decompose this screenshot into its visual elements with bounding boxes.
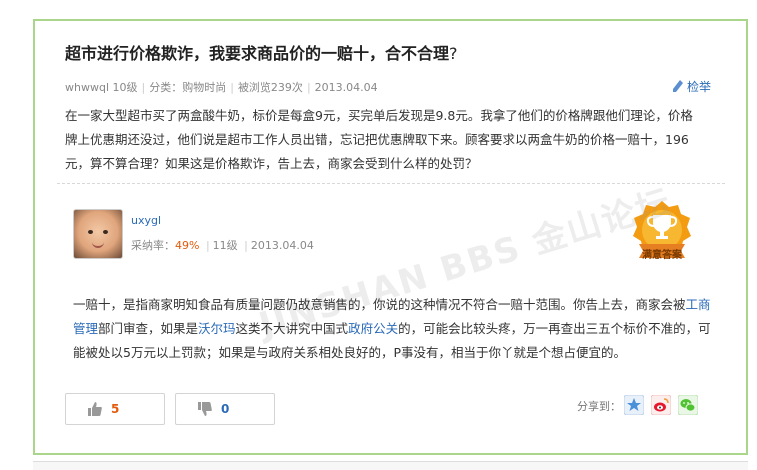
downvote-button[interactable]: 0	[175, 393, 275, 425]
report-label: 检举	[687, 80, 712, 94]
thumbs-down-icon	[198, 402, 212, 416]
link-walmart[interactable]: 沃尔玛	[198, 321, 236, 336]
avatar[interactable]	[73, 209, 123, 259]
question-title: 超市进行价格欺诈，我要求商品价的一赔十，合不合理?	[65, 44, 458, 63]
qzone-icon[interactable]	[624, 395, 644, 415]
view-count: 被浏览239次	[237, 81, 303, 94]
answer-meta: 采纳率：49% | 11级 | 2013.04.04	[131, 239, 314, 252]
author-name[interactable]: whwwql	[65, 81, 109, 94]
weibo-icon[interactable]	[651, 395, 671, 415]
badge-label: 满意答案	[642, 250, 682, 261]
link-gov-pr[interactable]: 政府公关	[348, 321, 398, 336]
answer-level: 11级	[212, 239, 238, 252]
report-button[interactable]: 检举	[673, 78, 711, 95]
question-date: 2013.04.04	[314, 81, 378, 94]
downvote-count: 0	[221, 402, 230, 416]
upvote-count: 5	[111, 402, 120, 416]
divider	[57, 183, 725, 184]
qa-card: 超市进行价格欺诈，我要求商品价的一赔十，合不合理? whwwql 10级 | 分类：…	[33, 19, 748, 455]
author-level: 10级	[112, 81, 138, 94]
upvote-button[interactable]: 5	[65, 393, 165, 425]
answer-date: 2013.04.04	[250, 239, 314, 252]
rate-label: 采纳率：	[131, 239, 175, 252]
wechat-icon[interactable]	[678, 395, 698, 415]
question-meta: whwwql 10级 | 分类：购物时尚 | 被浏览239次 | 2013.04.04	[65, 81, 378, 94]
question-category[interactable]: 分类：购物时尚	[149, 81, 226, 94]
question-body: 在一家大型超市买了两盒酸牛奶，标价是每盒9元，买完单后发现是9.8元。我拿了他们…	[65, 108, 693, 171]
answer-body: 一赔十，是指商家明知食品有质量问题仍故意销售的，你说的这种情况不符合一赔十范围。…	[73, 297, 711, 360]
thumbs-up-icon	[88, 402, 102, 416]
answer-username[interactable]: uxygl	[131, 214, 161, 227]
question-mark: ?	[449, 44, 458, 63]
rate-value: 49%	[175, 239, 200, 252]
pen-icon	[673, 80, 683, 92]
share-label: 分享到：	[577, 400, 621, 413]
